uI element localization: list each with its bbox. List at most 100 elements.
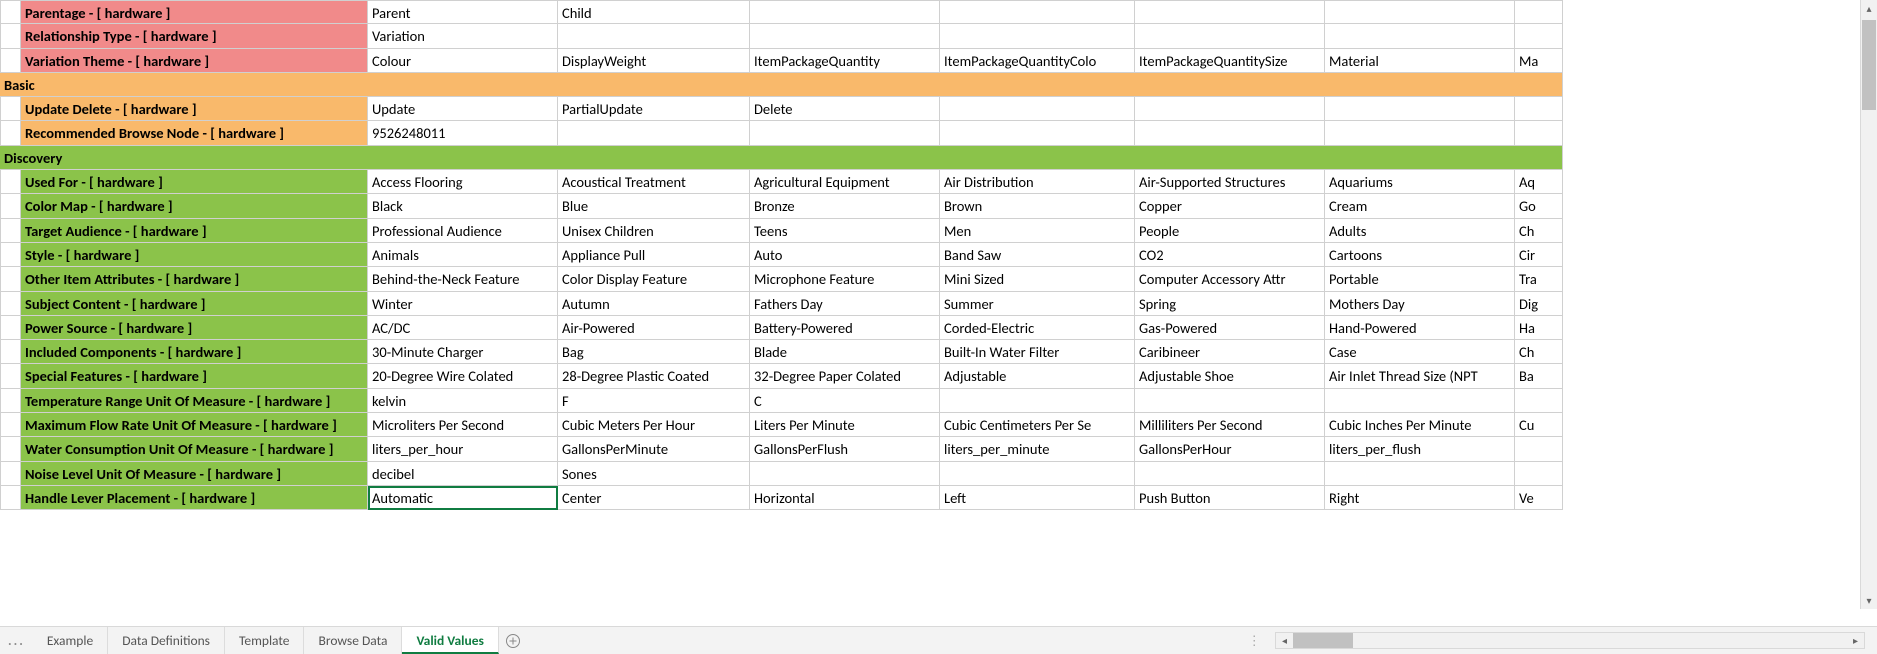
row-label[interactable]: Variation Theme - [ hardware ] (21, 49, 368, 73)
data-cell[interactable]: Ba (1515, 364, 1563, 388)
data-cell[interactable]: Acoustical Treatment (558, 170, 750, 194)
data-cell[interactable]: ItemPackageQuantity (750, 49, 940, 73)
row-label[interactable]: Power Source - [ hardware ] (21, 316, 368, 340)
tab-overflow-indicator[interactable]: ... (8, 632, 25, 649)
data-cell[interactable]: Adjustable (940, 364, 1135, 388)
data-cell[interactable] (558, 121, 750, 145)
data-cell[interactable]: Cubic Centimeters Per Se (940, 413, 1135, 437)
scroll-left-arrow[interactable]: ◂ (1276, 633, 1293, 648)
data-cell[interactable]: Color Display Feature (558, 267, 750, 291)
data-cell[interactable]: Professional Audience (368, 219, 558, 243)
data-cell[interactable]: Teens (750, 219, 940, 243)
data-cell[interactable]: Push Button (1135, 486, 1325, 510)
data-cell[interactable]: Aquariums (1325, 170, 1515, 194)
data-cell[interactable]: PartialUpdate (558, 97, 750, 121)
data-cell[interactable]: Ve (1515, 486, 1563, 510)
data-cell[interactable]: Auto (750, 243, 940, 267)
data-cell[interactable] (1135, 0, 1325, 24)
data-cell[interactable]: Behind-the-Neck Feature (368, 267, 558, 291)
sheet-tab[interactable]: Browse Data (304, 627, 402, 654)
row-label[interactable]: Update Delete - [ hardware ] (21, 97, 368, 121)
data-cell[interactable]: ItemPackageQuantitySize (1135, 49, 1325, 73)
data-cell[interactable]: Milliliters Per Second (1135, 413, 1325, 437)
data-cell[interactable]: 9526248011 (368, 121, 558, 145)
data-cell[interactable]: Summer (940, 292, 1135, 316)
data-cell[interactable]: Tra (1515, 267, 1563, 291)
scroll-right-arrow[interactable]: ▸ (1847, 633, 1864, 648)
data-cell[interactable]: Case (1325, 340, 1515, 364)
data-cell[interactable] (1515, 97, 1563, 121)
data-cell[interactable] (1135, 97, 1325, 121)
data-cell[interactable]: Battery-Powered (750, 316, 940, 340)
data-cell[interactable]: Aq (1515, 170, 1563, 194)
data-cell[interactable] (750, 0, 940, 24)
data-cell[interactable] (940, 462, 1135, 486)
data-cell[interactable]: Air-Supported Structures (1135, 170, 1325, 194)
data-cell[interactable]: Microliters Per Second (368, 413, 558, 437)
data-cell[interactable]: Mothers Day (1325, 292, 1515, 316)
data-cell[interactable]: Band Saw (940, 243, 1135, 267)
data-cell[interactable]: 30-Minute Charger (368, 340, 558, 364)
data-cell[interactable]: liters_per_minute (940, 437, 1135, 461)
data-cell[interactable]: Unisex Children (558, 219, 750, 243)
sheet-area[interactable]: Parentage - [ hardware ]ParentChildRelat… (0, 0, 1877, 626)
data-cell[interactable]: F (558, 389, 750, 413)
row-label[interactable]: Included Components - [ hardware ] (21, 340, 368, 364)
data-cell[interactable]: Adults (1325, 219, 1515, 243)
data-cell[interactable]: Blade (750, 340, 940, 364)
data-cell[interactable]: Ch (1515, 340, 1563, 364)
data-cell[interactable] (1515, 462, 1563, 486)
data-cell[interactable]: Sones (558, 462, 750, 486)
data-cell[interactable]: Air Distribution (940, 170, 1135, 194)
data-cell[interactable] (1135, 462, 1325, 486)
data-cell[interactable]: Liters Per Minute (750, 413, 940, 437)
data-cell[interactable]: Gas-Powered (1135, 316, 1325, 340)
data-cell[interactable]: Black (368, 194, 558, 218)
data-cell[interactable]: Center (558, 486, 750, 510)
data-cell[interactable]: Autumn (558, 292, 750, 316)
data-cell[interactable] (1515, 389, 1563, 413)
data-cell[interactable] (1325, 121, 1515, 145)
data-cell[interactable]: Corded-Electric (940, 316, 1135, 340)
data-cell[interactable]: GallonsPerHour (1135, 437, 1325, 461)
row-label[interactable]: Maximum Flow Rate Unit Of Measure - [ ha… (21, 413, 368, 437)
data-cell[interactable]: C (750, 389, 940, 413)
data-cell[interactable]: Access Flooring (368, 170, 558, 194)
data-cell[interactable]: Go (1515, 194, 1563, 218)
tab-split-handle[interactable]: ⋮ (1248, 632, 1262, 649)
horizontal-scroll-track[interactable] (1293, 633, 1847, 648)
data-cell[interactable]: Dig (1515, 292, 1563, 316)
data-cell[interactable] (1515, 437, 1563, 461)
data-cell[interactable]: Delete (750, 97, 940, 121)
vertical-scroll-thumb[interactable] (1862, 20, 1876, 110)
data-cell[interactable]: Material (1325, 49, 1515, 73)
data-cell[interactable]: Spring (1135, 292, 1325, 316)
scroll-up-arrow[interactable]: ▴ (1861, 0, 1877, 17)
row-label[interactable]: Target Audience - [ hardware ] (21, 219, 368, 243)
data-cell[interactable]: liters_per_flush (1325, 437, 1515, 461)
data-cell[interactable] (1325, 24, 1515, 48)
data-cell[interactable] (750, 462, 940, 486)
row-label[interactable]: Subject Content - [ hardware ] (21, 292, 368, 316)
data-cell[interactable] (1515, 121, 1563, 145)
horizontal-scrollbar[interactable]: ◂ ▸ (1275, 632, 1865, 649)
data-cell[interactable]: Ma (1515, 49, 1563, 73)
data-cell[interactable]: Child (558, 0, 750, 24)
data-cell[interactable]: Air Inlet Thread Size (NPT (1325, 364, 1515, 388)
data-cell[interactable] (940, 97, 1135, 121)
data-cell[interactable]: DisplayWeight (558, 49, 750, 73)
row-label[interactable]: Parentage - [ hardware ] (21, 0, 368, 24)
data-cell[interactable]: People (1135, 219, 1325, 243)
data-cell[interactable]: Automatic (368, 486, 558, 510)
data-cell[interactable] (1325, 0, 1515, 24)
data-cell[interactable]: 32-Degree Paper Colated (750, 364, 940, 388)
data-cell[interactable]: Left (940, 486, 1135, 510)
row-label[interactable]: Recommended Browse Node - [ hardware ] (21, 121, 368, 145)
data-cell[interactable]: GallonsPerFlush (750, 437, 940, 461)
tab-nav-buttons[interactable]: ... (0, 627, 33, 654)
data-cell[interactable] (750, 24, 940, 48)
data-cell[interactable]: liters_per_hour (368, 437, 558, 461)
data-cell[interactable]: Colour (368, 49, 558, 73)
data-cell[interactable]: Cubic Meters Per Hour (558, 413, 750, 437)
data-cell[interactable] (750, 121, 940, 145)
